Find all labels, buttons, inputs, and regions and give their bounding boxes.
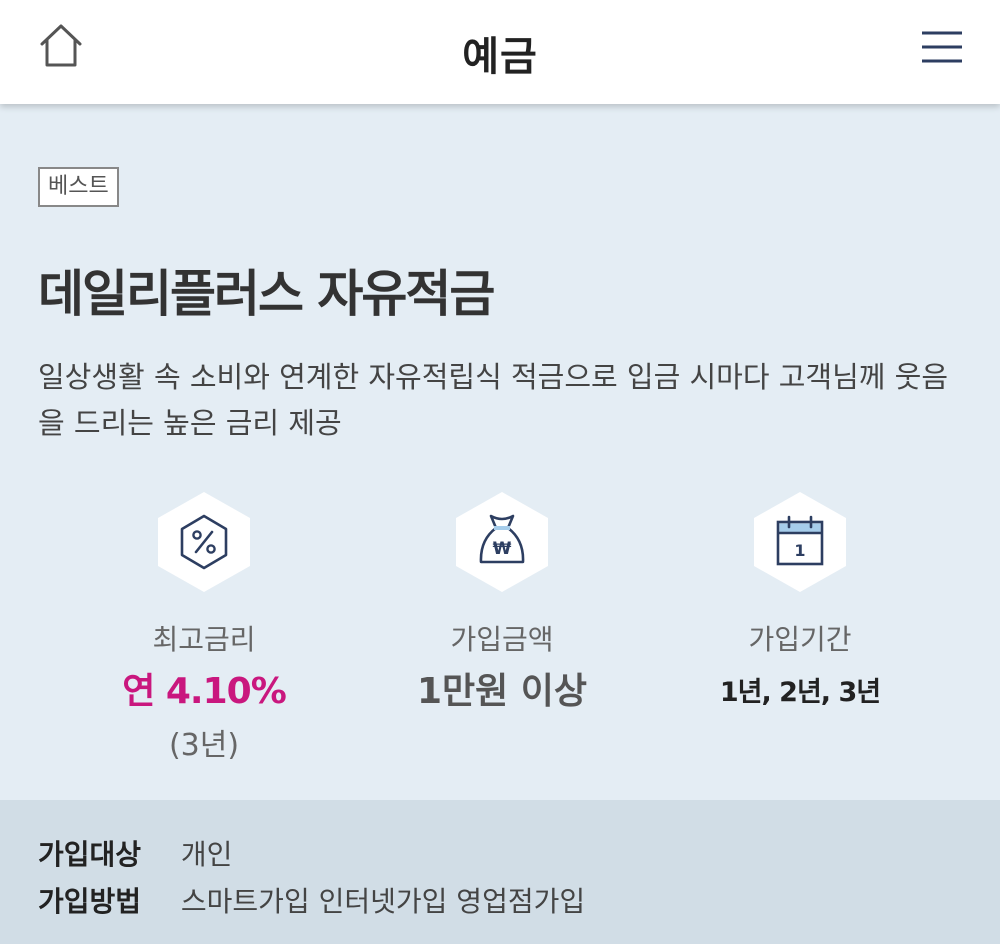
info-row-method: 가입방법 스마트가입 인터넷가입 영업점가입 xyxy=(38,880,585,920)
target-key: 가입대상 xyxy=(38,838,142,871)
feature-period: 1 가입기간 1년, 2년, 3년 xyxy=(680,490,920,709)
amount-label: 가입금액 xyxy=(450,623,554,656)
max-rate-value: 연 4.10% xyxy=(122,671,287,712)
feature-max-rate: 최고금리 연 4.10% (3년) xyxy=(84,490,324,764)
money-bag-icon: ₩ xyxy=(454,490,550,594)
product-summary: 베스트 데일리플러스 자유적금 일상생활 속 소비와 연계한 자유적립식 적금으… xyxy=(0,104,1000,800)
percent-icon xyxy=(156,490,252,594)
svg-text:₩: ₩ xyxy=(493,539,512,559)
calendar-day: 1 xyxy=(794,541,805,560)
calendar-icon: 1 xyxy=(752,490,848,594)
product-description: 일상생활 속 소비와 연계한 자유적립식 적금으로 입금 시마다 고객님께 웃음… xyxy=(38,360,949,440)
hamburger-menu-icon xyxy=(922,31,962,63)
product-name: 데일리플러스 자유적금 xyxy=(38,265,495,323)
max-rate-label: 최고금리 xyxy=(152,623,256,656)
app-header: 예금 xyxy=(0,0,1000,104)
period-value: 1년, 2년, 3년 xyxy=(719,677,881,708)
page-title: 예금 xyxy=(462,34,538,80)
menu-button[interactable] xyxy=(918,27,966,67)
target-value: 개인 xyxy=(180,838,233,871)
period-label: 가입기간 xyxy=(748,623,852,656)
best-badge: 베스트 xyxy=(38,167,119,207)
max-rate-term: (3년) xyxy=(168,728,240,763)
amount-value: 1만원 이상 xyxy=(416,671,588,712)
method-key: 가입방법 xyxy=(38,885,142,918)
info-row-target: 가입대상 개인 xyxy=(38,833,232,873)
subscription-info: 가입대상 개인 가입방법 스마트가입 인터넷가입 영업점가입 xyxy=(0,800,1000,944)
method-value: 스마트가입 인터넷가입 영업점가입 xyxy=(180,885,586,918)
feature-amount: ₩ 가입금액 1만원 이상 xyxy=(382,490,622,714)
